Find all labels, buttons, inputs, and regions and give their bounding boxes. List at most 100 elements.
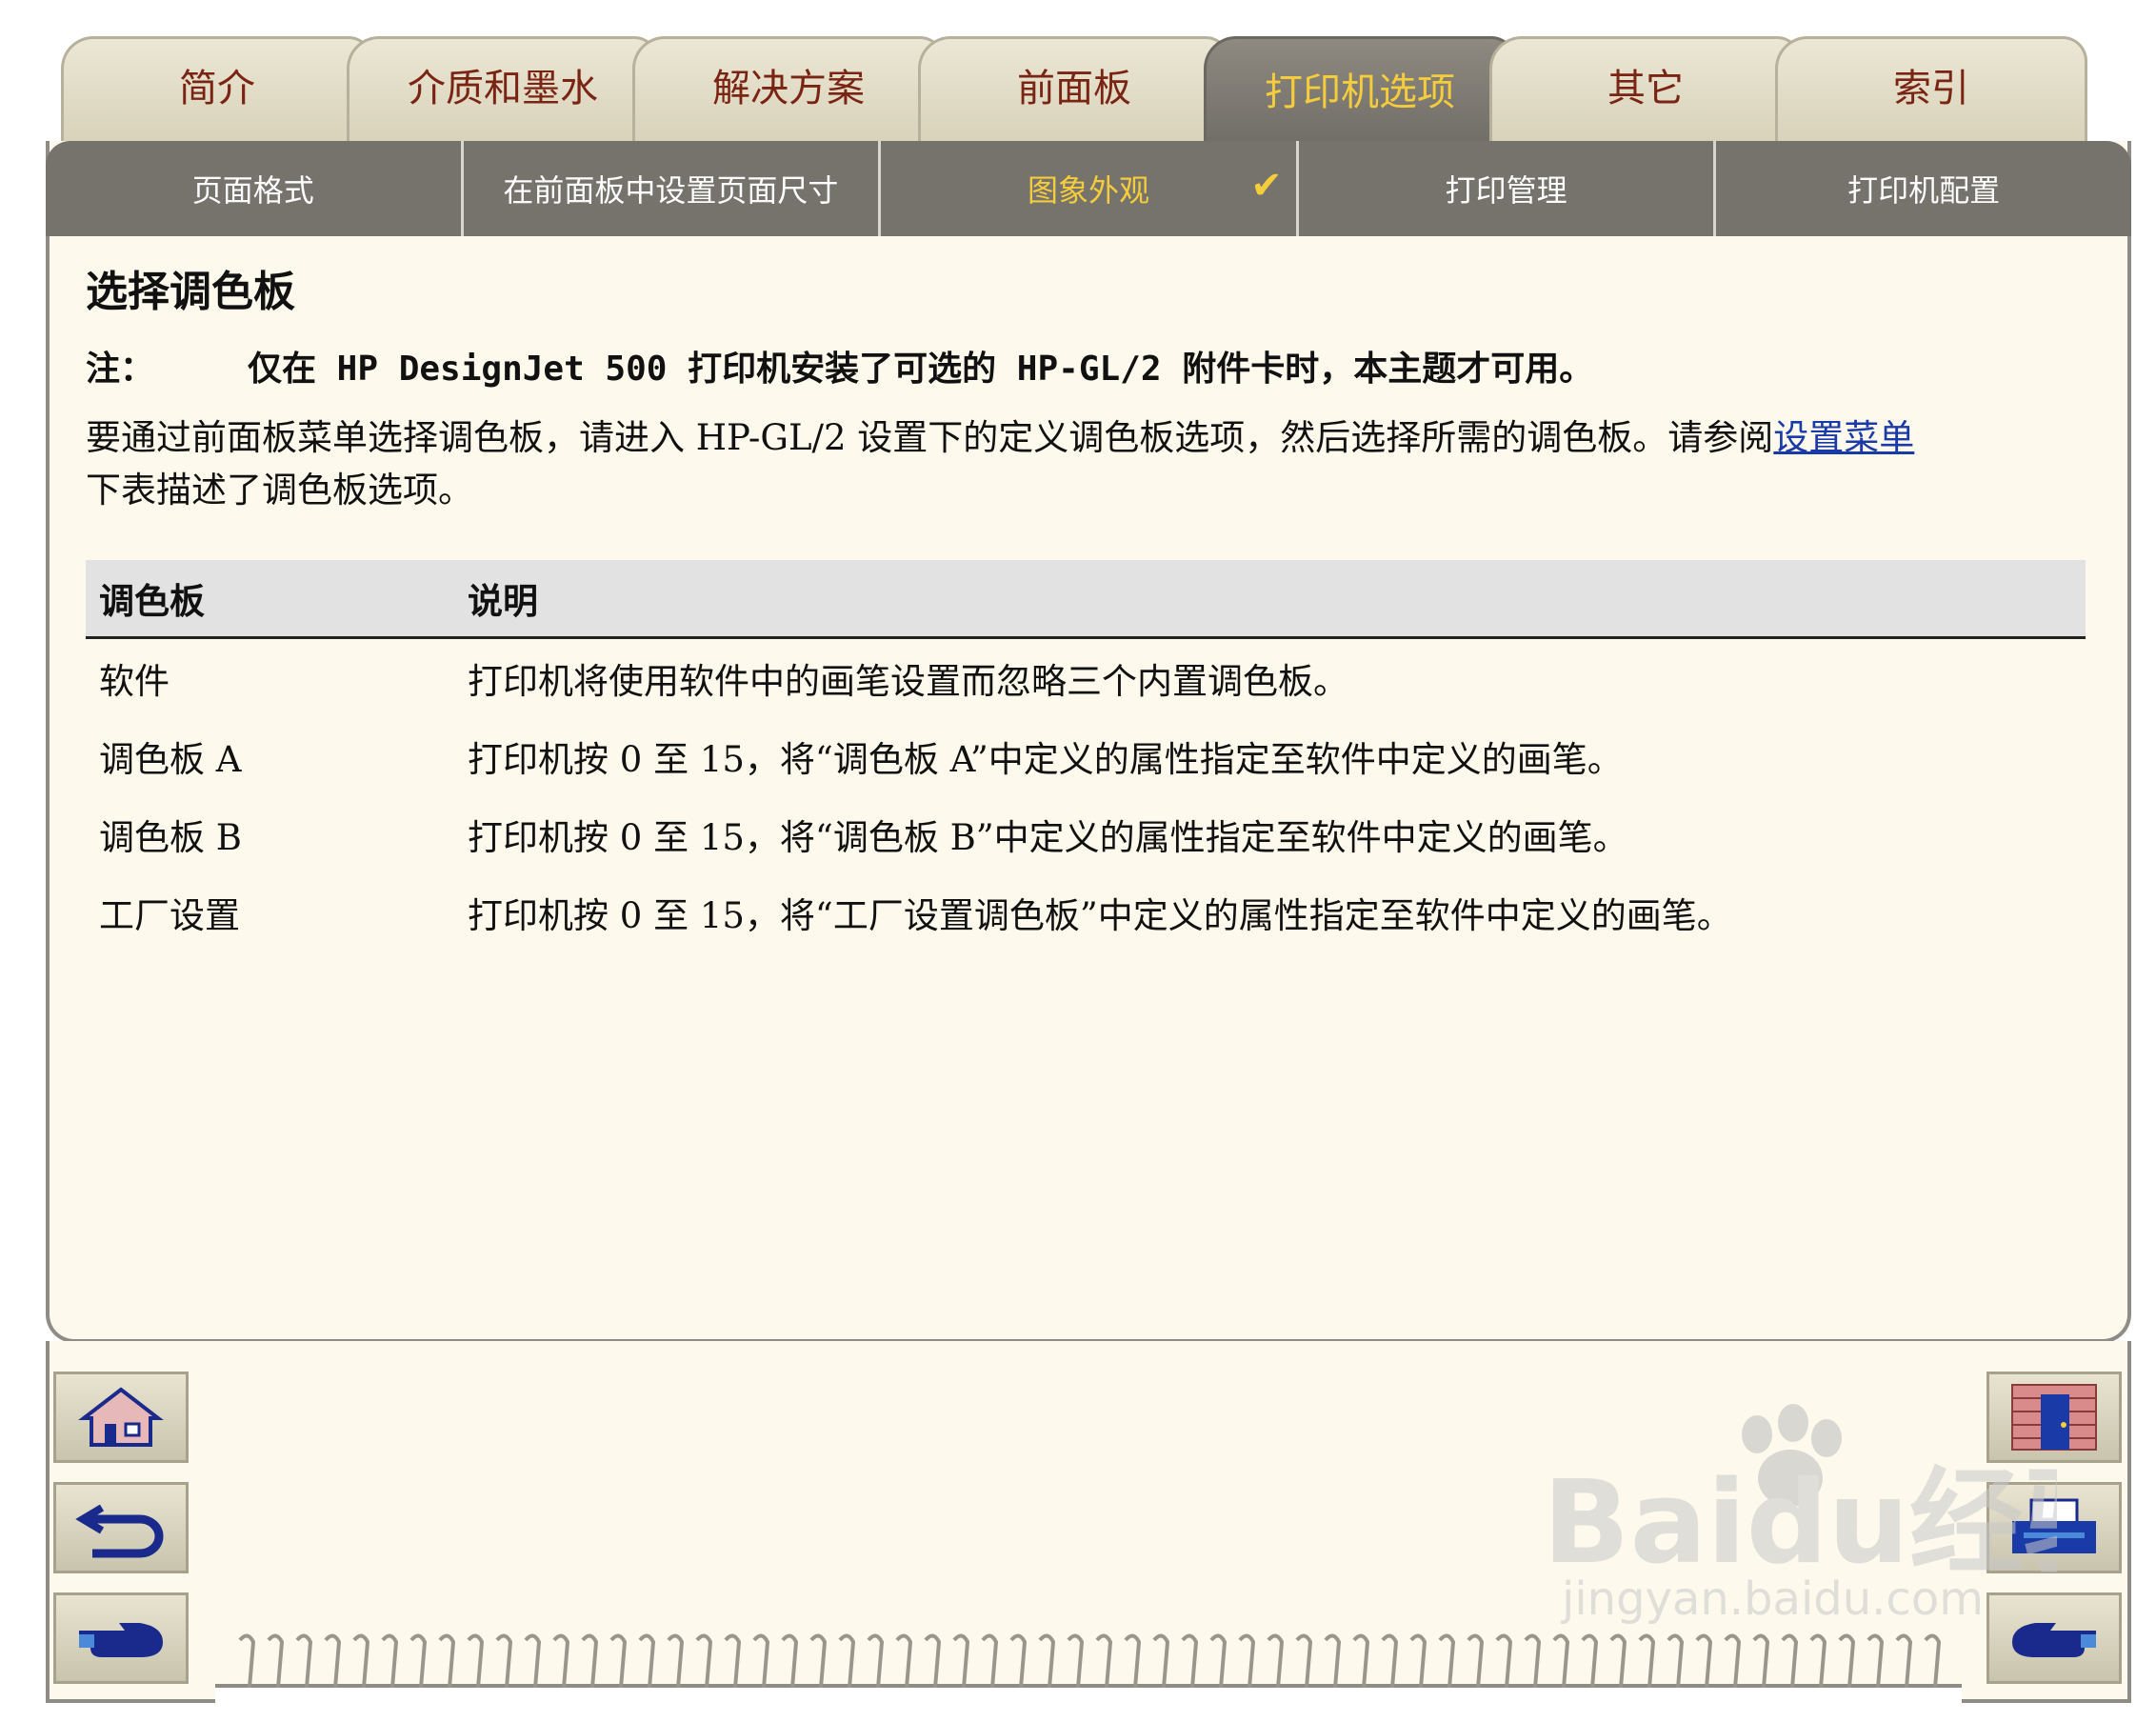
spiral-coil <box>1038 1633 1056 1689</box>
baidu-watermark-logo: Baidu经验 jingyan.baidu.com <box>1543 1404 2057 1626</box>
spiral-coil <box>981 1633 999 1689</box>
spiral-coil <box>1238 1633 1256 1689</box>
spiral-coil <box>895 1633 913 1689</box>
tab-label: 索引 <box>1893 66 1969 110</box>
subnav-printer-config[interactable]: 打印机配置 <box>1713 141 2131 236</box>
tab-label: 解决方案 <box>712 66 865 110</box>
note-label: 注： <box>86 350 155 389</box>
spiral-coil <box>1124 1633 1142 1689</box>
spiral-coil <box>1752 1633 1770 1689</box>
spiral-coil <box>809 1633 828 1689</box>
spiral-coil <box>1895 1633 1913 1689</box>
spiral-binding <box>238 1633 1942 1689</box>
spiral-coil <box>1267 1633 1285 1689</box>
spiral-coil <box>1552 1633 1570 1689</box>
palette-name: 工厂设置 <box>99 895 240 936</box>
column-header-palette: 调色板 <box>86 560 454 639</box>
next-button[interactable] <box>53 1592 189 1684</box>
spiral-coil <box>1838 1633 1856 1689</box>
palette-name: 调色板 B <box>99 817 242 858</box>
sub-nav-bar: 页面格式 在前面板中设置页面尺寸 图象外观 ✔ 打印管理 打印机配置 <box>46 141 2131 236</box>
tab-label: 打印机选项 <box>1265 70 1455 114</box>
spiral-coil <box>324 1633 342 1689</box>
spiral-coil <box>695 1633 713 1689</box>
spiral-coil <box>952 1633 970 1689</box>
spiral-coil <box>924 1633 942 1689</box>
spiral-coil <box>381 1633 399 1689</box>
home-icon <box>78 1387 164 1447</box>
settings-menu-link[interactable]: 设置菜单 <box>1773 417 1914 458</box>
tab-front-panel[interactable]: 前面板 <box>918 36 1230 143</box>
subnav-label: 页面格式 <box>191 172 314 209</box>
subnav-label: 打印机配置 <box>1847 172 2001 209</box>
spiral-coil <box>1495 1633 1513 1689</box>
subnav-print-management[interactable]: 打印管理 <box>1295 141 1714 236</box>
table-header-row: 调色板 说明 <box>86 560 2086 639</box>
table-intro-text: 下表描述了调色板选项。 <box>86 470 473 511</box>
tab-solutions[interactable]: 解决方案 <box>632 36 945 143</box>
note: 注： 仅在 HP DesignJet 500 打印机安装了可选的 HP-GL/2… <box>86 341 2095 390</box>
tab-printer-options[interactable]: 打印机选项 <box>1204 36 1516 150</box>
tab-intro[interactable]: 简介 <box>61 36 373 143</box>
subnav-image-appearance[interactable]: 图象外观 ✔ <box>878 141 1296 236</box>
spiral-coil <box>1438 1633 1456 1689</box>
subnav-page-format[interactable]: 页面格式 <box>46 141 461 236</box>
subnav-set-page-size[interactable]: 在前面板中设置页面尺寸 <box>460 141 879 236</box>
tab-label: 简介 <box>179 66 255 110</box>
spiral-coil <box>781 1633 799 1689</box>
spiral-coil <box>1695 1633 1713 1689</box>
table-row: 调色板 A 打印机按 0 至 15，将“调色板 A”中定义的属性指定至软件中定义… <box>86 717 2086 795</box>
page-title: 选择调色板 <box>86 268 295 316</box>
palette-description: 打印机将使用软件中的画笔设置而忽略三个内置调色板。 <box>468 661 1348 702</box>
palette-name: 软件 <box>99 661 170 702</box>
spiral-coil <box>1609 1633 1627 1689</box>
spiral-coil <box>495 1633 513 1689</box>
spiral-coil <box>1724 1633 1742 1689</box>
spiral-coil <box>438 1633 456 1689</box>
intro-paragraph: 要通过前面板菜单选择调色板，请进入 HP-GL/2 设置下的定义调色板选项，然后… <box>86 411 2095 516</box>
top-tab-bar: 简介 介质和墨水 解决方案 前面板 打印机选项 其它 索引 <box>61 36 2089 150</box>
spiral-coil <box>1209 1633 1228 1689</box>
spiral-coil <box>1295 1633 1313 1689</box>
spiral-coil <box>1381 1633 1399 1689</box>
spiral-coil <box>1067 1633 1085 1689</box>
spiral-coil <box>638 1633 656 1689</box>
spiral-coil <box>1152 1633 1170 1689</box>
spiral-coil <box>1581 1633 1599 1689</box>
checkmark-icon: ✔ <box>1250 164 1283 208</box>
spiral-coil <box>1352 1633 1370 1689</box>
spiral-coil <box>581 1633 599 1689</box>
home-button[interactable] <box>53 1372 189 1463</box>
tab-label: 介质和墨水 <box>408 66 598 110</box>
spiral-coil <box>409 1633 428 1689</box>
spiral-coil <box>1809 1633 1827 1689</box>
tab-label: 前面板 <box>1017 66 1131 110</box>
spiral-coil <box>1638 1633 1656 1689</box>
table-row: 调色板 B 打印机按 0 至 15，将“调色板 B”中定义的属性指定至软件中定义… <box>86 795 2086 873</box>
column-header-description: 说明 <box>454 560 2086 639</box>
palette-description: 打印机按 0 至 15，将“调色板 A”中定义的属性指定至软件中定义的画笔。 <box>468 739 1623 780</box>
intro-text: 要通过前面板菜单选择调色板，请进入 HP-GL/2 设置下的定义调色板选项，然后… <box>86 417 1774 458</box>
table-row: 工厂设置 打印机按 0 至 15，将“工厂设置调色板”中定义的属性指定至软件中定… <box>86 873 2086 951</box>
tab-media-ink[interactable]: 介质和墨水 <box>347 36 659 143</box>
watermark-brand: Baidu经验 <box>1543 1457 2057 1590</box>
tab-index[interactable]: 索引 <box>1775 36 2087 143</box>
spiral-coil <box>838 1633 856 1689</box>
palette-table: 调色板 说明 软件 打印机将使用软件中的画笔设置而忽略三个内置调色板。 调色板 … <box>86 560 2086 951</box>
note-text: 仅在 HP DesignJet 500 打印机安装了可选的 HP-GL/2 附件… <box>248 350 1594 389</box>
tab-label: 其它 <box>1607 66 1684 110</box>
spiral-coil <box>552 1633 570 1689</box>
spiral-coil <box>752 1633 770 1689</box>
subnav-label: 打印管理 <box>1445 172 1567 209</box>
spiral-coil <box>1867 1633 1885 1689</box>
back-button[interactable] <box>53 1482 189 1573</box>
spiral-coil <box>1095 1633 1113 1689</box>
spiral-coil <box>1409 1633 1427 1689</box>
palette-description: 打印机按 0 至 15，将“调色板 B”中定义的属性指定至软件中定义的画笔。 <box>468 817 1628 858</box>
spiral-coil <box>667 1633 685 1689</box>
spiral-coil <box>1181 1633 1199 1689</box>
spiral-coil <box>1467 1633 1485 1689</box>
spiral-coil <box>1924 1633 1942 1689</box>
spiral-coil <box>267 1633 285 1689</box>
tab-other[interactable]: 其它 <box>1489 36 1802 143</box>
